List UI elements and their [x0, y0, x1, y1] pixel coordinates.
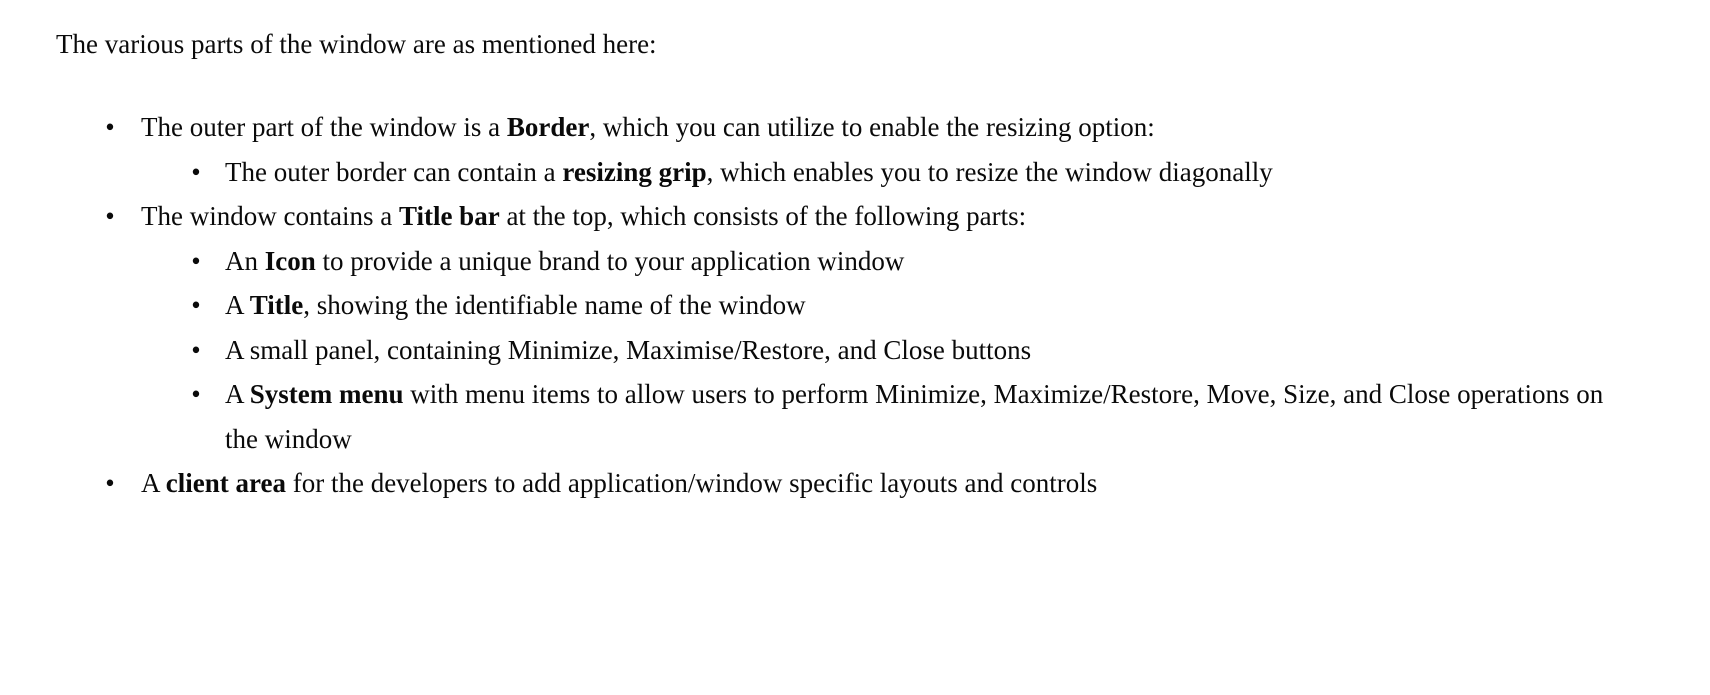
- intro-paragraph: The various parts of the window are as m…: [56, 29, 657, 59]
- list-item-text: A client area for the developers to add …: [141, 461, 1541, 506]
- body-text: The window contains a: [141, 201, 399, 231]
- body-text: for the developers to add application/wi…: [285, 468, 1098, 498]
- bullet-disc-icon: •: [191, 156, 201, 187]
- list-item: • The outer part of the window is a Borde…: [0, 105, 1710, 150]
- body-text: A: [225, 290, 250, 320]
- list-item: • An Icon to provide a unique brand to yo…: [0, 239, 1710, 284]
- bullet-list-level-1: • The outer part of the window is a Borde…: [0, 105, 1710, 506]
- body-text: to provide a unique brand to your applic…: [315, 245, 905, 276]
- emphasis-term: client area: [165, 468, 286, 498]
- body-text: with menu items to allow users to perfor…: [225, 379, 1604, 454]
- bullet-disc-icon: •: [191, 245, 201, 276]
- body-text: , which enables you to resize the window…: [706, 156, 1273, 187]
- list-item: • A small panel, containing Minimize, Max…: [0, 328, 1710, 373]
- list-item: • The window contains a Title bar at the …: [0, 194, 1710, 239]
- emphasis-term: resizing grip: [562, 156, 707, 187]
- list-item-text: The outer border can contain a resizing …: [225, 150, 1625, 195]
- body-text: , showing the identifiable name of the w…: [303, 290, 806, 320]
- bullet-disc-icon: •: [105, 112, 115, 142]
- bullet-disc-icon: •: [105, 468, 115, 498]
- list-item: • A Title, showing the identifiable name …: [0, 283, 1710, 328]
- body-text: A: [141, 468, 166, 498]
- emphasis-term: Border: [506, 112, 590, 142]
- bullet-disc-icon: •: [191, 379, 201, 409]
- emphasis-term: Title: [249, 290, 304, 320]
- body-text: A small panel, containing Minimize, Maxi…: [225, 334, 1032, 365]
- parts-list-container: • The outer part of the window is a Borde…: [0, 105, 1710, 506]
- list-item: • The outer border can contain a resizing…: [0, 150, 1710, 195]
- body-text: , which you can utilize to enable the re…: [589, 112, 1155, 142]
- bullet-disc-icon: •: [105, 201, 115, 231]
- list-item-text: An Icon to provide a unique brand to you…: [225, 239, 1625, 284]
- bullet-disc-icon: •: [191, 290, 201, 320]
- list-item-text: A System menu with menu items to allow u…: [225, 372, 1625, 461]
- body-text: at the top, which consists of the follow…: [499, 201, 1027, 231]
- emphasis-term: Title bar: [398, 201, 500, 231]
- bullet-list-level-2: • An Icon to provide a unique brand to yo…: [0, 239, 1710, 462]
- bullet-disc-icon: •: [191, 334, 201, 365]
- sublist-wrapper: • The outer border can contain a resizing…: [0, 150, 1710, 195]
- list-item-text: A Title, showing the identifiable name o…: [225, 283, 1625, 328]
- body-text: An: [225, 245, 265, 276]
- bullet-list-level-2: • The outer border can contain a resizing…: [0, 150, 1710, 195]
- body-text: The outer border can contain a: [225, 156, 563, 187]
- document-page: The various parts of the window are as m…: [0, 0, 1710, 695]
- list-item-text: The outer part of the window is a Border…: [141, 105, 1541, 150]
- list-item: • A System menu with menu items to allow …: [0, 372, 1710, 461]
- body-text: A: [225, 379, 250, 409]
- sublist-wrapper: • An Icon to provide a unique brand to yo…: [0, 239, 1710, 462]
- list-item: • A client area for the developers to add…: [0, 461, 1710, 506]
- emphasis-term: System menu: [249, 379, 404, 409]
- emphasis-term: Icon: [264, 245, 316, 276]
- body-text: The outer part of the window is a: [141, 112, 507, 142]
- list-item-text: The window contains a Title bar at the t…: [141, 194, 1541, 239]
- list-item-text: A small panel, containing Minimize, Maxi…: [225, 328, 1625, 373]
